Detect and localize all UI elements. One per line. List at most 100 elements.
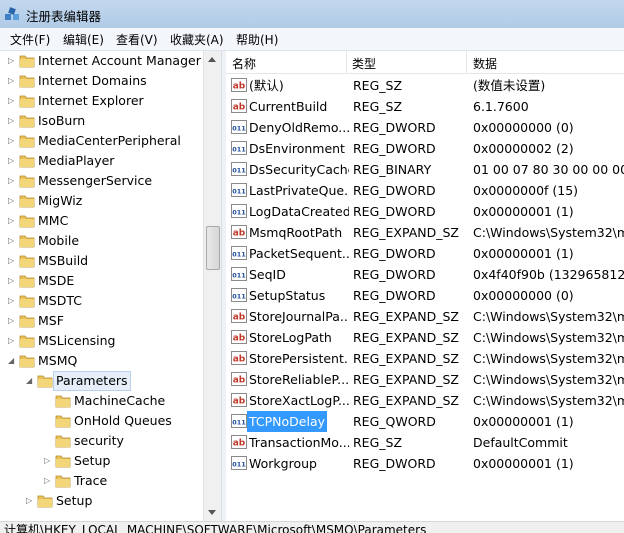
value-row[interactable]: 011 DenyOldRemo... REG_DWORD 0x00000000 (0) <box>226 117 624 138</box>
tree-item[interactable]: OnHold Queues <box>0 411 203 431</box>
tree-item-label: MSLicensing <box>38 333 116 348</box>
value-row[interactable]: ab StoreLogPath REG_EXPAND_SZ C:\Windows\Sy… <box>226 327 624 348</box>
tree-item[interactable]: ▷ Setup <box>0 491 203 511</box>
menu-edit[interactable]: 编辑(E) <box>63 31 104 48</box>
collapsed-arrow-icon[interactable]: ▷ <box>8 111 16 131</box>
svg-text:011: 011 <box>232 146 246 154</box>
tree-item[interactable]: ▷ Trace <box>0 471 203 491</box>
collapsed-arrow-icon[interactable]: ▷ <box>8 131 16 151</box>
expanded-arrow-icon[interactable]: ◢ <box>26 371 34 391</box>
collapsed-arrow-icon[interactable]: ▷ <box>8 251 16 271</box>
value-row[interactable]: 011 SeqID REG_DWORD 0x4f40f90b (1329658123) <box>226 264 624 285</box>
collapsed-arrow-icon[interactable]: ▷ <box>44 451 52 471</box>
menu-favorites[interactable]: 收藏夹(A) <box>170 31 224 48</box>
collapsed-arrow-icon[interactable]: ▷ <box>8 151 16 171</box>
value-row[interactable]: 011 LastPrivateQue... REG_DWORD 0x0000000f … <box>226 180 624 201</box>
tree-item-label: MediaCenterPeripheral <box>38 133 181 148</box>
value-data: 0x00000002 (2) <box>473 141 574 156</box>
tree-item[interactable]: ▷ Internet Domains <box>0 71 203 91</box>
tree-item-label: Internet Account Manager <box>38 53 201 68</box>
value-type: REG_DWORD <box>353 267 436 282</box>
tree-item[interactable]: ▷ Mobile <box>0 231 203 251</box>
tree-item[interactable]: ▷ MigWiz <box>0 191 203 211</box>
svg-text:011: 011 <box>232 419 246 427</box>
expanded-arrow-icon[interactable]: ◢ <box>8 351 16 371</box>
column-data-header[interactable]: 数据 <box>473 55 497 72</box>
registry-tree[interactable]: ▷ Internet Account Manager ▷ Internet Domai… <box>0 51 203 521</box>
tree-scroll-thumb[interactable] <box>206 226 220 270</box>
column-type-header[interactable]: 类型 <box>352 55 376 72</box>
value-data: C:\Windows\System32\ms <box>473 309 624 324</box>
menu-view[interactable]: 查看(V) <box>116 31 158 48</box>
value-row[interactable]: 011 Workgroup REG_DWORD 0x00000001 (1) <box>226 453 624 474</box>
collapsed-arrow-icon[interactable]: ▷ <box>26 491 34 511</box>
value-row[interactable]: ab StorePersistent... REG_EXPAND_SZ C:\Wind… <box>226 348 624 369</box>
value-row[interactable]: 011 SetupStatus REG_DWORD 0x00000000 (0) <box>226 285 624 306</box>
tree-item[interactable]: ▷ MediaPlayer <box>0 151 203 171</box>
scroll-up-icon[interactable] <box>208 57 216 62</box>
value-row[interactable]: 011 LogDataCreated REG_DWORD 0x00000001 (1) <box>226 201 624 222</box>
column-divider[interactable] <box>466 51 467 73</box>
value-row[interactable]: ab (默认) REG_SZ (数值未设置) <box>226 75 624 96</box>
tree-item[interactable]: ◢ Parameters <box>0 371 203 391</box>
collapsed-arrow-icon[interactable]: ▷ <box>8 311 16 331</box>
tree-item[interactable]: ▷ Internet Explorer <box>0 91 203 111</box>
tree-item[interactable]: ◢ MSMQ <box>0 351 203 371</box>
collapsed-arrow-icon[interactable]: ▷ <box>8 231 16 251</box>
value-name: DenyOldRemo... <box>249 120 349 135</box>
value-name: StorePersistent... <box>249 351 349 366</box>
value-row[interactable]: ab StoreJournalPa... REG_EXPAND_SZ C:\Windo… <box>226 306 624 327</box>
value-list[interactable]: 名称 类型 数据 ab (默认) REG_SZ (数值未设置) ab CurrentBui… <box>226 51 624 521</box>
collapsed-arrow-icon[interactable]: ▷ <box>8 331 16 351</box>
value-row[interactable]: 011 DsSecurityCache REG_BINARY 01 00 07 80 … <box>226 159 624 180</box>
collapsed-arrow-icon[interactable]: ▷ <box>8 191 16 211</box>
tree-item[interactable]: ▷ Setup <box>0 451 203 471</box>
value-data: 0x4f40f90b (1329658123) <box>473 267 624 282</box>
tree-item[interactable]: ▷ MessengerService <box>0 171 203 191</box>
value-row[interactable]: 011 DsEnvironment REG_DWORD 0x00000002 (2) <box>226 138 624 159</box>
tree-item[interactable]: ▷ MSBuild <box>0 251 203 271</box>
folder-icon <box>19 135 35 148</box>
title-bar[interactable]: 注册表编辑器 <box>0 0 624 28</box>
value-name: TransactionMo... <box>249 435 349 450</box>
collapsed-arrow-icon[interactable]: ▷ <box>8 91 16 111</box>
tree-item[interactable]: ▷ MediaCenterPeripheral <box>0 131 203 151</box>
value-row[interactable]: ab StoreXactLogP... REG_EXPAND_SZ C:\Window… <box>226 390 624 411</box>
collapsed-arrow-icon[interactable]: ▷ <box>8 171 16 191</box>
collapsed-arrow-icon[interactable]: ▷ <box>8 291 16 311</box>
value-data: 0x0000000f (15) <box>473 183 579 198</box>
collapsed-arrow-icon[interactable]: ▷ <box>8 211 16 231</box>
tree-item[interactable]: ▷ MSDTC <box>0 291 203 311</box>
value-row[interactable]: 011 TCPNoDelay REG_QWORD 0x00000001 (1) <box>226 411 624 432</box>
value-row[interactable]: ab StoreReliableP... REG_EXPAND_SZ C:\Windo… <box>226 369 624 390</box>
tree-item[interactable]: ▷ IsoBurn <box>0 111 203 131</box>
tree-item-label: MSMQ <box>38 353 78 368</box>
value-row[interactable]: ab CurrentBuild REG_SZ 6.1.7600 <box>226 96 624 117</box>
tree-item[interactable]: ▷ MSDE <box>0 271 203 291</box>
folder-icon <box>19 335 35 348</box>
value-data: C:\Windows\System32\ms <box>473 372 624 387</box>
tree-item[interactable]: security <box>0 431 203 451</box>
collapsed-arrow-icon[interactable]: ▷ <box>8 51 16 71</box>
scroll-down-icon[interactable] <box>208 510 216 515</box>
column-name-header[interactable]: 名称 <box>232 55 256 72</box>
value-row[interactable]: ab TransactionMo... REG_SZ DefaultCommit <box>226 432 624 453</box>
collapsed-arrow-icon[interactable]: ▷ <box>44 471 52 491</box>
value-row[interactable]: 011 PacketSequent... REG_DWORD 0x00000001 (… <box>226 243 624 264</box>
tree-item-label: MMC <box>38 213 69 228</box>
value-data: 0x00000001 (1) <box>473 414 574 429</box>
value-type: REG_EXPAND_SZ <box>353 393 459 408</box>
menu-file[interactable]: 文件(F) <box>10 31 50 48</box>
menu-help[interactable]: 帮助(H) <box>236 31 278 48</box>
tree-item[interactable]: ▷ MSLicensing <box>0 331 203 351</box>
column-divider[interactable] <box>346 51 347 73</box>
tree-item[interactable]: ▷ MMC <box>0 211 203 231</box>
collapsed-arrow-icon[interactable]: ▷ <box>8 71 16 91</box>
collapsed-arrow-icon[interactable]: ▷ <box>8 271 16 291</box>
tree-item[interactable]: MachineCache <box>0 391 203 411</box>
value-row[interactable]: ab MsmqRootPath REG_EXPAND_SZ C:\Windows\Sy… <box>226 222 624 243</box>
tree-scrollbar[interactable] <box>203 51 221 521</box>
binary-value-icon: 011 <box>231 183 247 197</box>
tree-item[interactable]: ▷ MSF <box>0 311 203 331</box>
tree-item[interactable]: ▷ Internet Account Manager <box>0 51 203 71</box>
